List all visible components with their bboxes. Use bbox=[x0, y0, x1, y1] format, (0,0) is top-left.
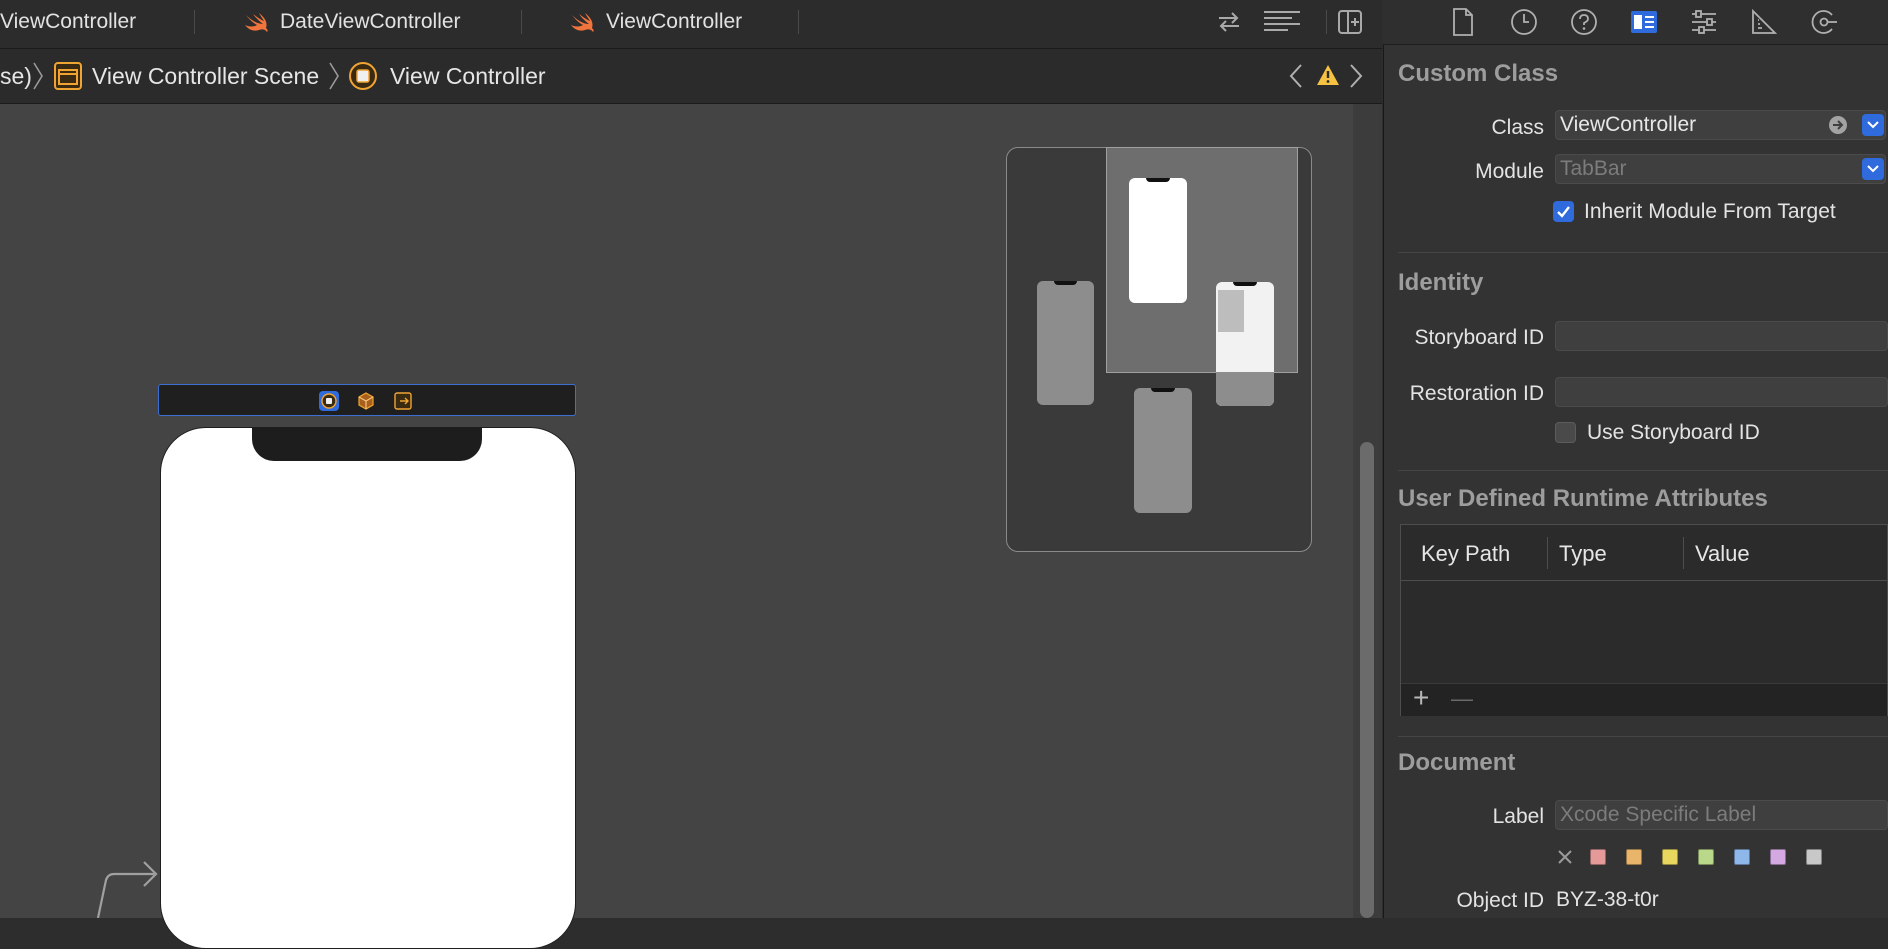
breadcrumb-item-view-controller[interactable]: View Controller bbox=[348, 49, 546, 103]
object-id-value: BYZ-38-t0r bbox=[1556, 888, 1659, 911]
inherit-module-checkbox[interactable] bbox=[1553, 201, 1574, 222]
size-inspector-icon[interactable] bbox=[1747, 5, 1781, 39]
column-header-value[interactable]: Value bbox=[1695, 541, 1750, 567]
tab-viewcontroller-storyboard[interactable]: ViewController bbox=[0, 0, 136, 43]
go-to-class-icon[interactable] bbox=[1828, 115, 1848, 140]
color-label-swatch[interactable] bbox=[1770, 849, 1786, 865]
scene-dock[interactable] bbox=[158, 384, 576, 416]
minimap-scene-thumbnail bbox=[1037, 281, 1094, 405]
class-label: Class bbox=[1491, 116, 1544, 139]
document-label-label: Label bbox=[1492, 805, 1544, 828]
connections-inspector-icon[interactable] bbox=[1807, 5, 1841, 39]
class-dropdown-button[interactable] bbox=[1862, 114, 1884, 136]
next-issue-icon[interactable] bbox=[1348, 62, 1364, 95]
breadcrumb-label: se) bbox=[0, 62, 32, 89]
breadcrumb-chevron-icon bbox=[32, 61, 44, 98]
previous-issue-icon[interactable] bbox=[1288, 62, 1304, 95]
column-header-type[interactable]: Type bbox=[1559, 541, 1607, 567]
runtime-attributes-section-title: User Defined Runtime Attributes bbox=[1398, 485, 1768, 512]
class-value: ViewController bbox=[1560, 113, 1697, 136]
color-label-swatch[interactable] bbox=[1806, 849, 1822, 865]
module-placeholder: TabBar bbox=[1560, 157, 1627, 180]
tab-label: DateViewController bbox=[280, 9, 461, 33]
object-id-label: Object ID bbox=[1456, 889, 1544, 912]
help-inspector-icon[interactable] bbox=[1567, 5, 1601, 39]
jump-bar: se) View Controller Scene View Controlle… bbox=[0, 49, 1382, 104]
breadcrumb-label: View Controller bbox=[390, 62, 546, 89]
initial-view-controller-arrow-icon[interactable] bbox=[90, 858, 160, 923]
add-editor-icon[interactable] bbox=[1334, 6, 1366, 38]
tab-divider bbox=[194, 10, 195, 34]
view-controller-icon bbox=[348, 61, 378, 91]
storyboard-id-label: Storyboard ID bbox=[1414, 326, 1544, 349]
tab-divider bbox=[521, 10, 522, 34]
swift-file-icon bbox=[570, 11, 596, 33]
tab-label: ViewController bbox=[0, 9, 137, 33]
section-divider bbox=[1398, 470, 1888, 471]
storyboard-id-field[interactable] bbox=[1555, 321, 1888, 351]
editor-tab-bar: ViewController DateViewController ViewCo… bbox=[0, 0, 1382, 49]
use-storyboard-id-checkbox[interactable] bbox=[1555, 422, 1576, 443]
breadcrumb-item-scene[interactable]: View Controller Scene bbox=[54, 49, 319, 103]
warning-icon[interactable] bbox=[1316, 64, 1340, 91]
tab-dateviewcontroller[interactable]: DateViewController bbox=[244, 0, 461, 43]
inherit-module-label: Inherit Module From Target bbox=[1584, 200, 1836, 223]
exit-icon[interactable] bbox=[393, 391, 413, 411]
storyboard-scene-icon bbox=[54, 62, 82, 90]
identity-section-title: Identity bbox=[1398, 269, 1484, 296]
minimap-scene-thumbnail bbox=[1134, 388, 1192, 513]
minimap-scene-thumbnail bbox=[1129, 178, 1187, 303]
restoration-id-label: Restoration ID bbox=[1409, 382, 1544, 405]
minimap-scene-thumbnail bbox=[1216, 282, 1274, 406]
column-header-key-path[interactable]: Key Path bbox=[1421, 541, 1510, 567]
column-divider bbox=[1683, 537, 1684, 569]
file-inspector-icon[interactable] bbox=[1446, 5, 1480, 39]
module-label: Module bbox=[1475, 160, 1544, 183]
clear-color-label-icon[interactable] bbox=[1556, 848, 1574, 871]
tab-label: ViewController bbox=[606, 9, 743, 33]
identity-inspector-icon[interactable] bbox=[1627, 5, 1661, 39]
toolbar-divider bbox=[1326, 10, 1327, 34]
runtime-attributes-table[interactable]: Key Path Type Value + — bbox=[1400, 524, 1888, 716]
related-items-icon[interactable] bbox=[1213, 6, 1245, 38]
breadcrumb-chevron-icon bbox=[328, 61, 340, 98]
color-label-swatch[interactable] bbox=[1590, 849, 1606, 865]
breadcrumb-item-base[interactable]: se) bbox=[0, 49, 32, 103]
view-controller-scene-view[interactable] bbox=[160, 427, 576, 949]
table-footer: + — bbox=[1401, 682, 1887, 716]
column-divider bbox=[1547, 537, 1548, 569]
section-divider bbox=[1398, 736, 1888, 737]
document-label-field[interactable]: Xcode Specific Label bbox=[1555, 800, 1888, 830]
swift-file-icon bbox=[244, 11, 270, 33]
document-label-placeholder: Xcode Specific Label bbox=[1560, 803, 1757, 826]
module-dropdown-button[interactable] bbox=[1862, 158, 1884, 180]
breadcrumb-label: View Controller Scene bbox=[92, 62, 320, 89]
color-label-swatch[interactable] bbox=[1626, 849, 1642, 865]
module-field[interactable]: TabBar bbox=[1555, 154, 1886, 184]
tab-divider bbox=[798, 10, 799, 34]
remove-attribute-button[interactable]: — bbox=[1451, 686, 1473, 712]
history-inspector-icon[interactable] bbox=[1507, 5, 1541, 39]
editor-options-icon[interactable] bbox=[1262, 6, 1302, 38]
section-divider bbox=[1398, 252, 1888, 253]
restoration-id-field[interactable] bbox=[1555, 377, 1888, 407]
color-label-swatch[interactable] bbox=[1662, 849, 1678, 865]
color-label-swatch[interactable] bbox=[1698, 849, 1714, 865]
vertical-scrollbar-thumb[interactable] bbox=[1360, 442, 1374, 918]
first-responder-icon[interactable] bbox=[356, 391, 376, 411]
use-storyboard-id-label: Use Storyboard ID bbox=[1587, 421, 1760, 444]
attributes-inspector-icon[interactable] bbox=[1687, 5, 1721, 39]
tab-viewcontroller-swift[interactable]: ViewController bbox=[570, 0, 742, 43]
device-notch bbox=[252, 427, 482, 461]
add-attribute-button[interactable]: + bbox=[1413, 682, 1429, 714]
table-header: Key Path Type Value bbox=[1401, 525, 1888, 581]
color-label-swatch[interactable] bbox=[1734, 849, 1750, 865]
document-section-title: Document bbox=[1398, 749, 1516, 776]
custom-class-section-title: Custom Class bbox=[1398, 60, 1559, 87]
view-controller-icon[interactable] bbox=[319, 391, 339, 411]
